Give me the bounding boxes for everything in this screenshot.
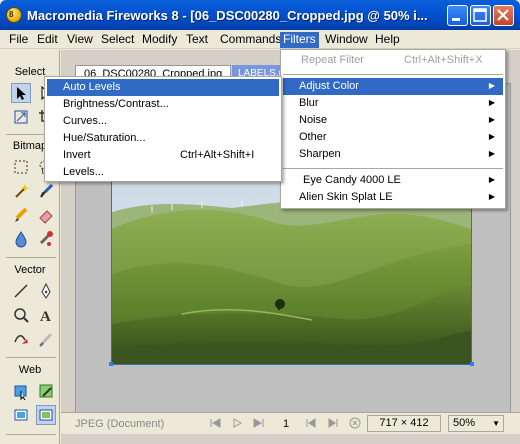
menu-item-brightness-contrast[interactable]: Brightness/Contrast... [47,96,279,113]
scale-icon[interactable] [11,107,31,127]
menu-item-label: Curves... [63,115,108,127]
chevron-down-icon: ▼ [492,419,500,428]
submenu-arrow-icon: ▶ [488,81,495,90]
line-icon[interactable] [11,281,31,301]
app-icon-text: 8 [9,10,14,19]
selection-handle[interactable] [470,362,474,366]
menu-item-label: Blur [299,97,319,109]
menu-item-label: Brightness/Contrast... [63,98,169,110]
brush-icon[interactable] [36,181,56,201]
menu-item-hue-saturation[interactable]: Hue/Saturation... [47,130,279,147]
submenu-arrow-icon: ▶ [488,149,495,158]
hotspot-icon[interactable] [11,381,31,401]
maximize-icon [473,8,487,22]
knife-icon[interactable] [36,329,56,349]
menu-item-label: Sharpen [299,148,341,160]
fireworks-app-icon[interactable]: 8 [6,7,22,23]
menu-modify[interactable]: Modify [139,32,180,48]
menu-item-noise[interactable]: Noise ▶ [283,112,503,129]
freeform-icon[interactable] [11,329,31,349]
magic-wand-icon[interactable] [11,181,31,201]
eraser-icon[interactable] [36,205,56,225]
close-button[interactable] [493,5,514,26]
menu-item-label: Levels... [63,166,104,178]
menu-item-eye-candy[interactable]: Eye Candy 4000 LE ▶ [283,172,503,189]
menu-item-blur[interactable]: Blur ▶ [283,95,503,112]
selection-handle[interactable] [109,362,113,366]
menu-item-label: Alien Skin Splat LE [299,191,393,203]
svg-text:A: A [40,309,51,324]
menu-item-label: Auto Levels [63,81,121,93]
menu-select[interactable]: Select [98,32,137,48]
menu-filters[interactable]: Filters [280,32,319,48]
previous-frame-icon[interactable] [305,417,317,432]
maximize-button[interactable] [470,5,491,26]
menu-item-alien-skin-splat[interactable]: Alien Skin Splat LE ▶ [283,189,503,206]
play-icon[interactable] [231,417,243,432]
menu-item-label: Repeat Filter [301,54,364,66]
pen-icon[interactable] [36,281,56,301]
menu-commands[interactable]: Commands [217,32,284,48]
stop-icon[interactable] [349,417,361,432]
submenu-arrow-icon: ▶ [488,175,495,184]
menu-text[interactable]: Text [183,32,211,48]
first-frame-icon[interactable] [209,417,221,432]
menu-item-label: Noise [299,114,328,126]
menu-item-auto-levels[interactable]: Auto Levels [47,79,279,96]
menu-help[interactable]: Help [372,32,403,48]
menu-file[interactable]: File [6,32,31,48]
page-number: 1 [283,418,290,430]
next-frame-icon[interactable] [327,417,339,432]
menu-item-levels[interactable]: Levels... [47,164,279,181]
document-type-label: JPEG (Document) [75,418,165,430]
marquee-icon[interactable] [11,157,31,177]
ellipse-icon[interactable] [11,305,31,325]
menu-item-shortcut: Ctrl+Alt+Shift+X [404,54,483,66]
text-icon[interactable]: A [36,305,56,325]
menu-item-repeat-filter[interactable]: Repeat Filter Ctrl+Alt+Shift+X [283,52,503,69]
title-bar: 8 Macromedia Fireworks 8 - [06_DSC00280_… [0,0,520,30]
window-title: Macromedia Fireworks 8 - [06_DSC00280_Cr… [27,8,428,23]
close-icon [497,9,509,21]
rubber-stamp-icon[interactable] [36,229,56,249]
menu-item-shortcut: Ctrl+Alt+Shift+I [180,149,255,161]
menu-item-invert[interactable]: Invert Ctrl+Alt+Shift+I [47,147,279,164]
menu-item-adjust-color[interactable]: Adjust Color ▶ [283,78,503,95]
zoom-value: 50% [453,417,476,429]
menu-view[interactable]: View [64,32,96,48]
submenu-arrow-icon: ▶ [488,115,495,124]
submenu-arrow-icon: ▶ [488,98,495,107]
image-dimensions[interactable]: 717 × 412 [367,415,441,432]
status-bar: JPEG (Document) 1 717 × 412 50% ▼ [61,412,520,434]
menu-item-label: Eye Candy 4000 LE [303,174,401,186]
menu-item-sharpen[interactable]: Sharpen ▶ [283,146,503,163]
pencil-icon[interactable] [11,205,31,225]
slice-icon[interactable] [36,381,56,401]
pointer-icon[interactable] [11,83,31,103]
menu-edit[interactable]: Edit [34,32,61,48]
last-frame-icon[interactable] [253,417,265,432]
menu-item-label: Other [299,131,327,143]
zoom-select[interactable]: 50% ▼ [448,415,504,432]
menu-bar: File Edit View Select Modify Text Comman… [0,30,520,49]
submenu-arrow-icon: ▶ [488,192,495,201]
menu-item-label: Adjust Color [299,80,359,92]
minimize-icon [452,18,460,21]
filters-menu: Repeat Filter Ctrl+Alt+Shift+X Adjust Co… [280,49,506,209]
menu-item-label: Hue/Saturation... [63,132,146,144]
menu-item-curves[interactable]: Curves... [47,113,279,130]
hide-slices-icon[interactable] [11,405,31,425]
show-slices-icon[interactable] [36,405,56,425]
menu-window[interactable]: Window [322,32,371,48]
minimize-button[interactable] [447,5,468,26]
tools-section-web: Web [18,364,42,376]
adjust-color-submenu: Auto Levels Brightness/Contrast... Curve… [44,76,282,182]
menu-item-label: Invert [63,149,91,161]
blur-icon[interactable] [11,229,31,249]
tools-section-vector: Vector [14,264,46,276]
menu-item-other[interactable]: Other ▶ [283,129,503,146]
submenu-arrow-icon: ▶ [488,132,495,141]
